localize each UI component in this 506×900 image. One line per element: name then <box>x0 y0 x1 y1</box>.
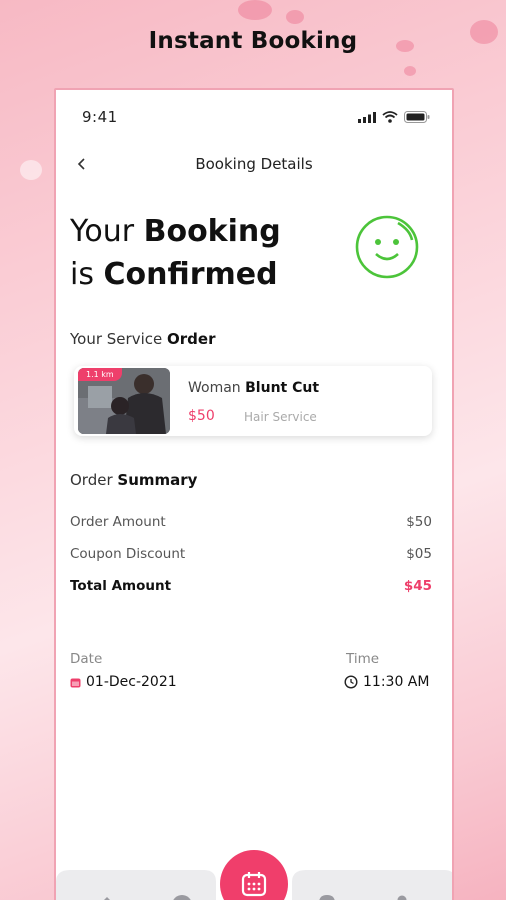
confirmation-title: Your Booking is Confirmed <box>70 210 281 296</box>
date-label: Date <box>70 651 103 667</box>
time-value-text: 11:30 AM <box>363 674 430 690</box>
home-icon[interactable] <box>96 894 118 900</box>
service-section-label: Your Service Order <box>70 330 215 348</box>
service-type: Hair Service <box>244 410 317 424</box>
summary-section-label-light: Order <box>70 471 113 489</box>
smiley-icon <box>355 215 419 279</box>
service-image: 1.1 km <box>78 368 170 434</box>
status-time: 9:41 <box>82 108 118 126</box>
summary-value: $45 <box>403 578 432 594</box>
summary-row-coupon-discount: Coupon Discount $05 <box>70 546 432 564</box>
summary-section-label-bold: Summary <box>117 471 198 489</box>
bg-bubble <box>286 10 304 24</box>
summary-value: $50 <box>406 514 432 530</box>
status-icons <box>358 111 430 123</box>
service-name-light: Woman <box>188 380 241 396</box>
explore-icon[interactable] <box>171 894 193 900</box>
service-section-label-bold: Order <box>167 330 216 348</box>
date-value-text: 01-Dec-2021 <box>86 674 177 690</box>
signal-icon <box>358 111 376 123</box>
summary-row-order-amount: Order Amount $50 <box>70 514 432 532</box>
status-bar: 9:41 <box>82 108 430 126</box>
headline: Instant Booking <box>148 28 358 54</box>
confirmation-line1-light: Your <box>70 214 135 249</box>
service-card[interactable]: 1.1 km Woman Blunt Cut $50 Hair Service <box>74 366 432 436</box>
location-icon[interactable] <box>318 894 336 900</box>
date-value: 01-Dec-2021 <box>70 674 177 690</box>
bg-bubble <box>238 0 272 20</box>
time-value: 11:30 AM <box>344 674 429 690</box>
clock-icon <box>344 675 358 689</box>
service-name-bold: Blunt Cut <box>245 380 320 396</box>
summary-value: $05 <box>406 546 432 562</box>
summary-label: Order Amount <box>70 514 166 530</box>
battery-icon <box>404 111 430 123</box>
phone-screen: 9:41 Booking Details Your Booking is Con… <box>54 88 454 900</box>
bg-bubble <box>20 160 42 180</box>
summary-label: Coupon Discount <box>70 546 186 562</box>
confirmation-line2-bold: Confirmed <box>103 257 278 292</box>
distance-badge: 1.1 km <box>78 368 122 381</box>
wifi-icon <box>382 111 398 123</box>
summary-row-total-amount: Total Amount $45 <box>70 578 432 596</box>
profile-icon[interactable] <box>394 894 410 900</box>
confirmation-line2-light: is <box>70 257 94 292</box>
service-price: $50 <box>188 408 215 424</box>
calendar-icon <box>70 678 81 687</box>
service-name: Woman Blunt Cut <box>188 380 319 396</box>
nav-bar: Booking Details <box>56 152 452 176</box>
time-label: Time <box>346 651 380 667</box>
confirmation-line1-bold: Booking <box>143 214 281 249</box>
summary-label: Total Amount <box>70 578 172 594</box>
bg-bubble <box>404 66 416 76</box>
summary-section-label: Order Summary <box>70 471 197 489</box>
service-section-label-light: Your Service <box>70 330 163 348</box>
page-title: Booking Details <box>195 155 313 173</box>
booking-calendar-icon <box>241 872 267 897</box>
